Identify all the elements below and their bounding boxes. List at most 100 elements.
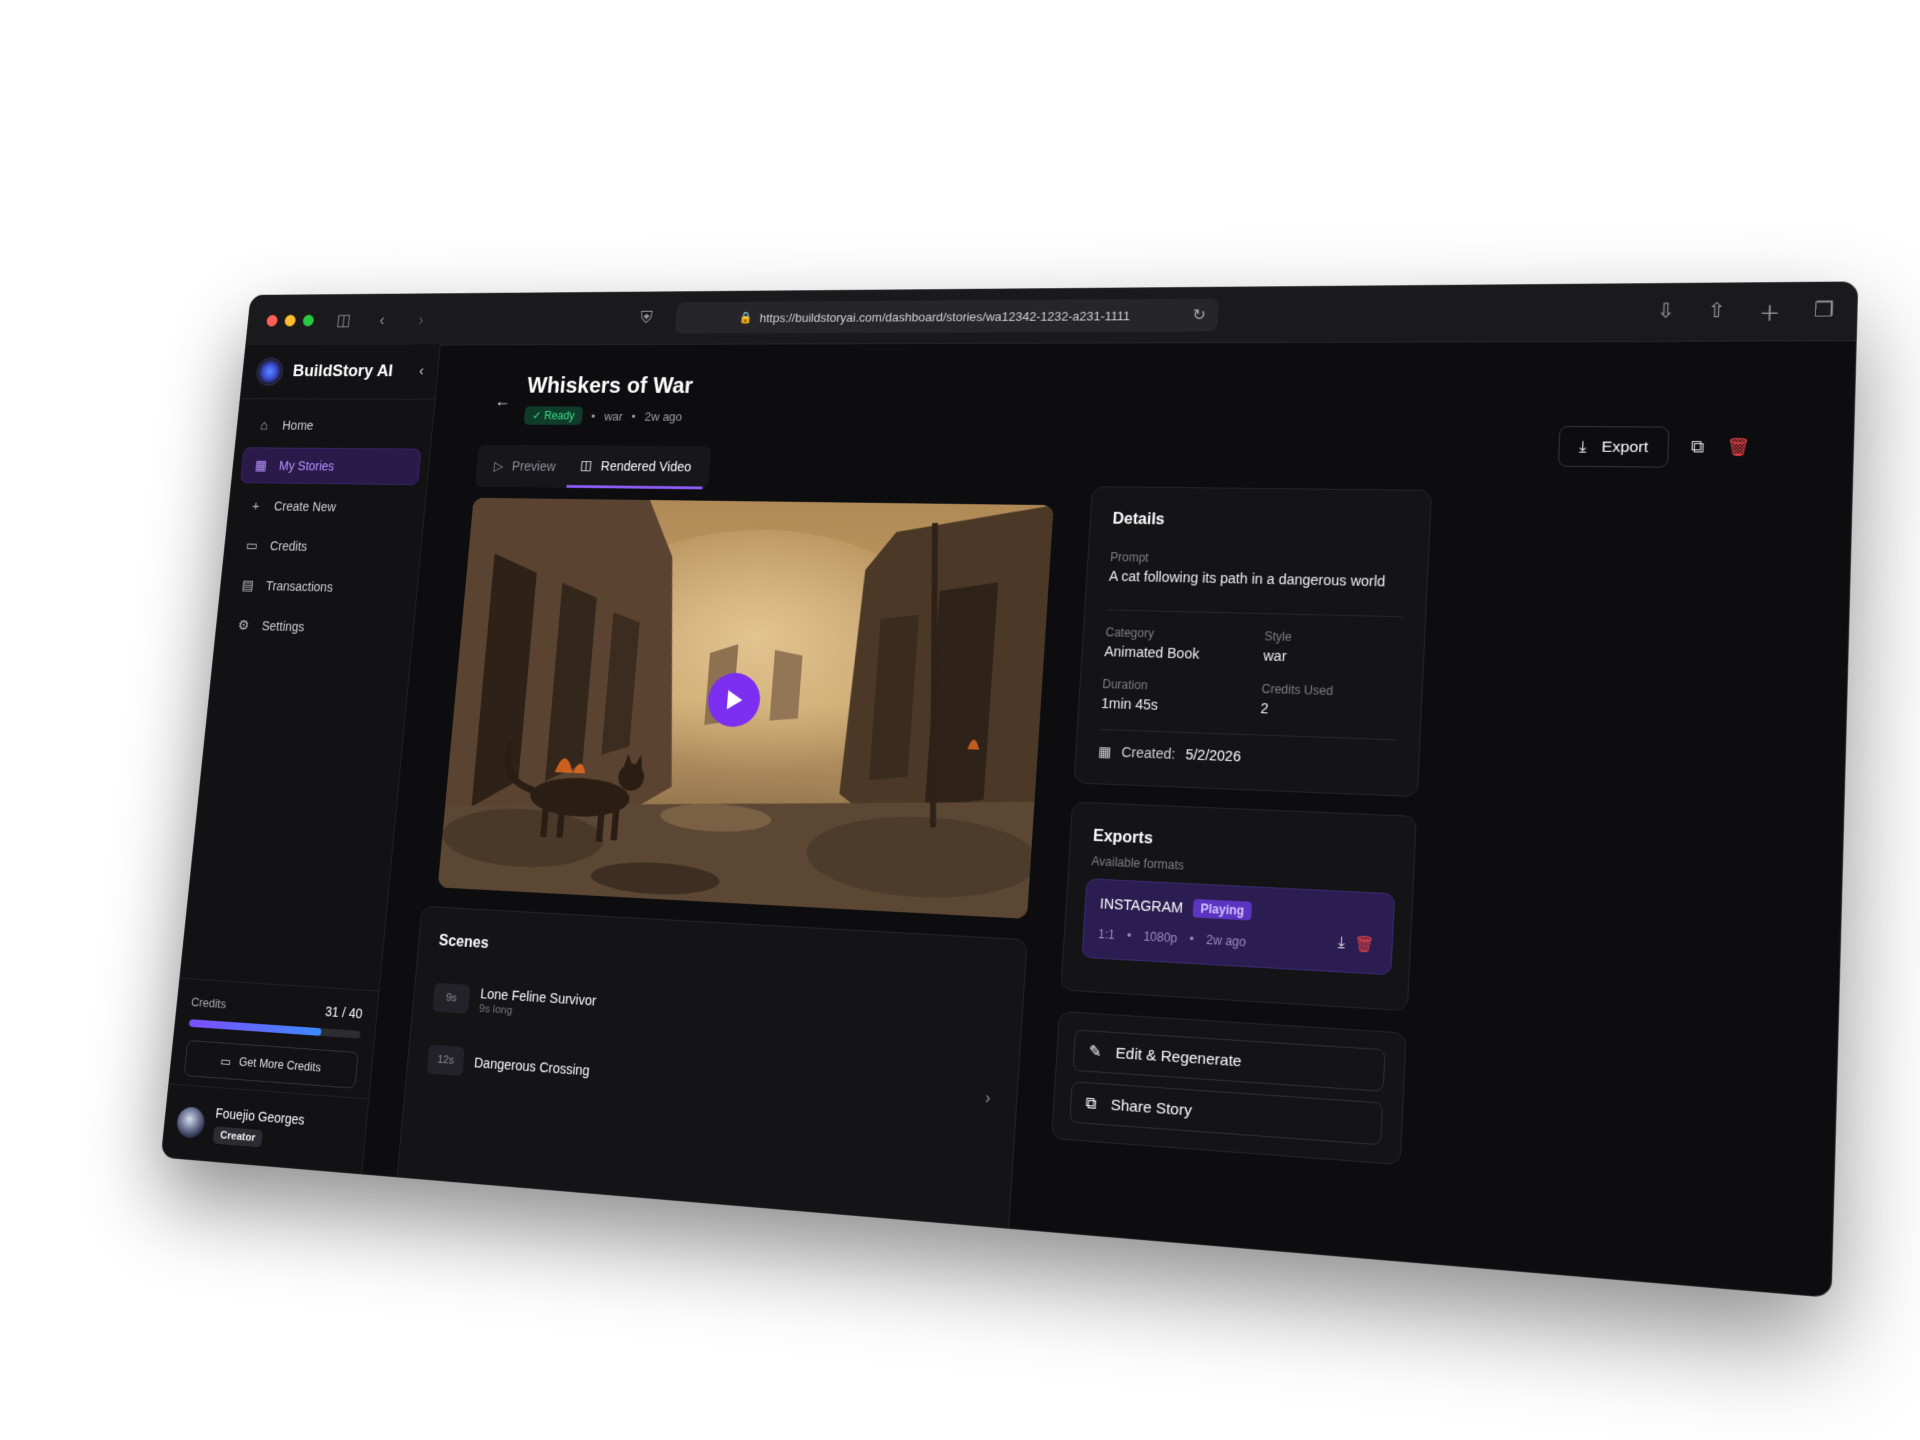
scenes-heading: Scenes bbox=[438, 932, 490, 952]
credits-used-value: 2 bbox=[1260, 699, 1269, 717]
trash-icon[interactable]: 🗑 bbox=[1354, 934, 1375, 954]
back-arrow-icon[interactable]: ← bbox=[494, 392, 511, 411]
shield-icon[interactable]: ⛨ bbox=[640, 308, 654, 327]
scene-text: Lone Feline Survivor 9s long bbox=[479, 986, 597, 1023]
category-block: Category Animated Book bbox=[1104, 625, 1201, 661]
collapse-sidebar-icon[interactable]: ‹ bbox=[418, 364, 424, 380]
tabs-overview-icon[interactable]: ❐ bbox=[1814, 297, 1835, 327]
sidebar-item-my-stories[interactable]: ▦ My Stories bbox=[240, 447, 422, 486]
new-tab-icon[interactable]: ＋ bbox=[1758, 297, 1781, 327]
created-label: Created: bbox=[1120, 743, 1176, 763]
tab-preview[interactable]: ▷ Preview bbox=[480, 445, 570, 488]
sidebar-item-credits[interactable]: ▭ Credits bbox=[232, 528, 414, 566]
reload-icon[interactable]: ↻ bbox=[1192, 305, 1206, 324]
scene-duration-badge: 12s bbox=[426, 1044, 465, 1077]
sidebar-item-label: Settings bbox=[261, 618, 306, 635]
export-button[interactable]: ⤓ Export bbox=[1558, 426, 1670, 468]
credits-progress-fill bbox=[188, 1019, 322, 1036]
share-page-icon[interactable]: ⇧ bbox=[1707, 298, 1726, 328]
credits-label: Credits bbox=[190, 994, 227, 1012]
divider bbox=[1099, 729, 1397, 741]
sidebar-item-label: Transactions bbox=[265, 578, 334, 595]
download-icon[interactable]: ⤓ bbox=[1338, 933, 1346, 951]
details-card: Details Prompt A cat following its path … bbox=[1073, 486, 1433, 798]
separator-dot: • bbox=[590, 408, 596, 423]
export-resolution: 1080p bbox=[1142, 929, 1178, 946]
prompt-block: Prompt A cat following its path in a dan… bbox=[1109, 550, 1416, 590]
trash-icon[interactable]: 🗑 bbox=[1726, 437, 1750, 458]
get-more-credits-label: Get More Credits bbox=[238, 1055, 322, 1075]
close-window-button[interactable] bbox=[266, 314, 279, 327]
sidebar-item-label: Credits bbox=[269, 538, 308, 554]
maximize-window-button[interactable] bbox=[302, 314, 315, 326]
sidebar-item-label: My Stories bbox=[278, 458, 336, 474]
tab-label: Rendered Video bbox=[600, 457, 692, 474]
export-item-instagram[interactable]: INSTAGRAM Playing 1:1 • 1080p • 2w ago ⤓… bbox=[1081, 878, 1396, 976]
browser-window: ◫ ‹ › ⛨ 🔒 https://buildstoryai.com/dashb… bbox=[161, 282, 1858, 1297]
duration-block: Duration 1min 45s bbox=[1101, 677, 1160, 713]
address-bar[interactable]: 🔒 https://buildstoryai.com/dashboard/sto… bbox=[674, 298, 1219, 334]
story-actions: ⤓ Export ⧉ 🗑 bbox=[1558, 426, 1751, 468]
share-icon[interactable]: ⧉ bbox=[1691, 437, 1705, 458]
exports-heading: Exports bbox=[1092, 827, 1154, 848]
download-icon: ⤓ bbox=[1578, 437, 1587, 456]
divider bbox=[1106, 609, 1403, 618]
sidebar-item-settings[interactable]: ⚙ Settings bbox=[224, 607, 406, 647]
sidebar-nav: ⌂ Home ▦ My Stories + Create New ▭ Credi… bbox=[214, 399, 435, 662]
separator-dot: • bbox=[631, 409, 637, 423]
user-profile[interactable]: Fouejio Georges Creator bbox=[161, 1083, 369, 1174]
chevron-right-icon[interactable]: › bbox=[984, 1090, 991, 1109]
style-block: Style war bbox=[1263, 629, 1292, 664]
tab-rendered-video[interactable]: ◫ Rendered Video bbox=[566, 445, 706, 490]
style-label: Style bbox=[1264, 629, 1293, 645]
minimize-window-button[interactable] bbox=[284, 314, 297, 326]
export-meta: 1:1 • 1080p • 2w ago bbox=[1098, 927, 1247, 949]
credits-row: Credits 31 / 40 bbox=[190, 994, 364, 1022]
scene-text: Dangerous Crossing bbox=[474, 1055, 591, 1079]
share-story-button[interactable]: ⧉ Share Story bbox=[1069, 1081, 1384, 1146]
style-value: war bbox=[1262, 647, 1287, 665]
receipt-icon: ▤ bbox=[241, 577, 255, 594]
lock-icon: 🔒 bbox=[738, 311, 753, 325]
credits-panel: Credits 31 / 40 ▭ Get More Credits bbox=[169, 977, 379, 1100]
user-role-badge: Creator bbox=[212, 1126, 263, 1148]
playing-badge: Playing bbox=[1192, 898, 1252, 921]
main-content: ← Whiskers of War ✓ Ready • war • 2w ago… bbox=[361, 340, 1855, 1297]
scene-duration-badge: 9s bbox=[432, 982, 471, 1014]
edit-regenerate-button[interactable]: ✎ Edit & Regenerate bbox=[1072, 1029, 1386, 1092]
tab-label: Preview bbox=[511, 458, 557, 474]
browser-forward-icon[interactable]: › bbox=[412, 310, 431, 329]
exports-card: Exports Available formats INSTAGRAM Play… bbox=[1060, 801, 1417, 1012]
exports-subheading: Available formats bbox=[1091, 853, 1185, 873]
video-player[interactable] bbox=[437, 497, 1054, 919]
sidebar-toggle-icon[interactable]: ◫ bbox=[334, 311, 353, 330]
status-badge: ✓ Ready bbox=[523, 406, 584, 425]
video-camera-icon: ◫ bbox=[579, 457, 593, 473]
story-meta: ✓ Ready • war • 2w ago bbox=[523, 406, 683, 425]
play-icon bbox=[726, 690, 744, 710]
sidebar-item-transactions[interactable]: ▤ Transactions bbox=[228, 568, 410, 607]
browser-toolbar: ◫ ‹ › ⛨ 🔒 https://buildstoryai.com/dashb… bbox=[246, 282, 1858, 347]
quick-actions-card: ✎ Edit & Regenerate ⧉ Share Story bbox=[1051, 1010, 1407, 1166]
pencil-icon: ✎ bbox=[1088, 1042, 1103, 1062]
created-value: 5/2/2026 bbox=[1185, 746, 1242, 765]
sidebar-item-label: Create New bbox=[273, 498, 337, 515]
downloads-icon[interactable]: ⇩ bbox=[1656, 298, 1675, 327]
get-more-credits-button[interactable]: ▭ Get More Credits bbox=[183, 1039, 359, 1089]
window-controls bbox=[266, 314, 315, 327]
sidebar-item-create-new[interactable]: + Create New bbox=[236, 488, 417, 525]
sidebar-item-home[interactable]: ⌂ Home bbox=[244, 408, 425, 443]
scenes-panel: Scenes 9s Lone Feline Survivor 9s long 1… bbox=[394, 905, 1028, 1251]
share-icon: ⧉ bbox=[1085, 1094, 1098, 1113]
browser-back-icon[interactable]: ‹ bbox=[373, 310, 392, 329]
credits-progress-bar bbox=[188, 1019, 361, 1039]
credits-used-label: Credits Used bbox=[1261, 681, 1334, 699]
export-age: 2w ago bbox=[1205, 932, 1247, 950]
home-icon: ⌂ bbox=[259, 417, 269, 433]
plus-icon: + bbox=[251, 498, 261, 514]
credits-used-block: Credits Used 2 bbox=[1260, 682, 1333, 719]
export-label: Export bbox=[1601, 437, 1649, 456]
user-info: Fouejio Georges Creator bbox=[212, 1105, 305, 1151]
brand-logo bbox=[256, 359, 283, 385]
card-icon: ▭ bbox=[219, 1054, 232, 1069]
